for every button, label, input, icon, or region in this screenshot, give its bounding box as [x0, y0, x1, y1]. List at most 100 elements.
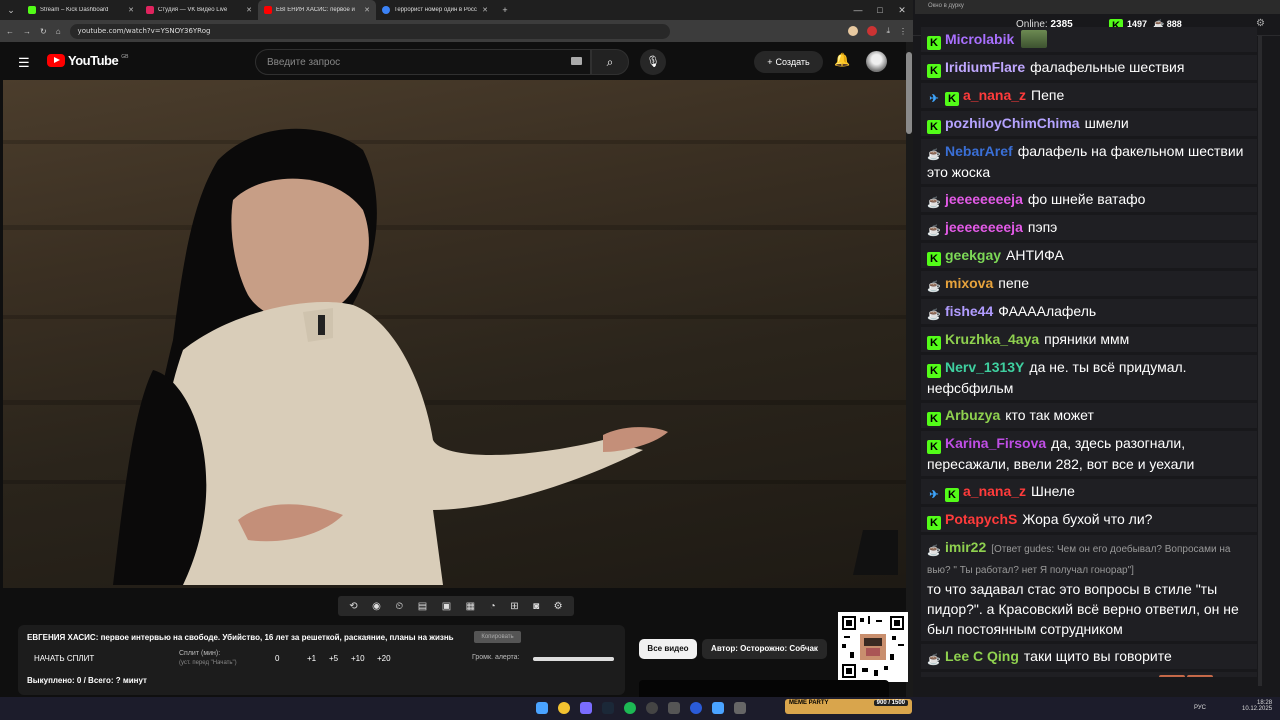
close-icon[interactable]: ✕ — [482, 6, 488, 14]
youtube-logo[interactable]: YouTube GB — [47, 53, 128, 68]
chat-message[interactable]: K Kruzhka_4aya пряники ммм — [921, 327, 1257, 352]
close-window-button[interactable]: ✕ — [891, 5, 913, 16]
chat-username[interactable]: jeeeeeeeeja — [945, 191, 1023, 207]
chat-username[interactable]: d1mkagt — [945, 676, 1003, 677]
new-tab-button[interactable]: + — [494, 5, 516, 15]
bell-icon[interactable]: 🔔 — [834, 52, 850, 68]
keyboard-icon[interactable] — [571, 57, 582, 65]
downloads-icon[interactable]: ⤓ — [886, 26, 890, 36]
extension-icon[interactable] — [867, 26, 878, 36]
split-add-10-button[interactable]: +10 — [351, 654, 365, 663]
create-button[interactable]: + Создать — [754, 51, 823, 73]
search-input[interactable]: Введите запрос — [255, 49, 591, 75]
split-add-1-button[interactable]: +1 — [307, 654, 316, 663]
menu-icon[interactable]: ⋮ — [899, 27, 907, 36]
home-icon[interactable]: ⌂ — [56, 27, 61, 36]
chat-message[interactable]: ☕ jeeeeeeeeja пэпэ — [921, 215, 1257, 240]
page-scrollbar[interactable] — [906, 42, 913, 697]
split-add-5-button[interactable]: +5 — [329, 654, 338, 663]
chat-message[interactable]: K IridiumFlare фалафельные шествия — [921, 55, 1257, 80]
pip-icon[interactable]: ▣ — [442, 601, 451, 612]
chat-message[interactable]: K Nerv_1313Y да не. ты всё придумал. нефсб… — [921, 355, 1257, 400]
discord-icon[interactable] — [580, 702, 592, 714]
chat-username[interactable]: geekgay — [945, 247, 1001, 263]
chat-message[interactable]: ✈ Ka_nana_z Шнеле — [921, 479, 1257, 504]
chat-message[interactable]: ☕ NebarAref фалафель на факельном шествии … — [921, 139, 1257, 184]
chat-username[interactable]: Arbuzya — [945, 407, 1000, 423]
tab-vk-studio[interactable]: Студия — VK Видео Live ✕ — [140, 0, 258, 20]
telegram-icon[interactable] — [712, 702, 724, 714]
video-player[interactable] — [3, 80, 906, 588]
chat-message[interactable]: K PotapychS Жора бухой что ли? — [921, 507, 1257, 532]
extension-icon[interactable] — [848, 26, 859, 36]
close-icon[interactable]: ✕ — [364, 6, 370, 14]
menu-icon[interactable]: ☰ — [18, 55, 30, 71]
back-icon[interactable]: ← — [6, 27, 14, 36]
forward-icon[interactable]: → — [23, 27, 31, 36]
chat-username[interactable]: a_nana_z — [963, 483, 1026, 499]
close-icon[interactable]: ✕ — [128, 6, 134, 14]
app-icon[interactable] — [734, 702, 746, 714]
chat-message-list[interactable]: K Microlabik K IridiumFlare фалафельные шест… — [921, 27, 1257, 677]
split-add-20-button[interactable]: +20 — [377, 654, 391, 663]
alert-volume-slider[interactable] — [533, 657, 614, 661]
gear-icon[interactable]: ⚙ — [554, 601, 563, 612]
chat-message[interactable]: ☕ mixova пепе — [921, 271, 1257, 296]
spotify-icon[interactable] — [624, 702, 636, 714]
start-split-button[interactable]: НАЧАТЬ СПЛИТ — [34, 654, 94, 663]
copy-button[interactable]: Копировать — [474, 631, 521, 643]
clip-icon[interactable]: ▤ — [418, 601, 427, 612]
reload-icon[interactable]: ↻ — [40, 27, 47, 36]
filmstrip-icon[interactable]: ▦ — [466, 601, 475, 612]
chat-username[interactable]: Karina_Firsova — [945, 435, 1046, 451]
screenshot-icon[interactable]: ◙ — [533, 601, 539, 612]
loop-icon[interactable]: ⟲ — [349, 601, 357, 612]
tab-youtube-video[interactable]: ЕВГЕНИЯ ХАСИС: первое и ✕ — [258, 0, 376, 20]
obs-icon[interactable] — [646, 702, 658, 714]
chat-message[interactable]: ☕ jeeeeeeeeja фо шнейе ватафо — [921, 187, 1257, 212]
chat-message[interactable]: Kgeekgay АНТИФА — [921, 243, 1257, 268]
chat-username[interactable]: fishe44 — [945, 303, 993, 319]
chat-username[interactable]: imir22 — [945, 539, 986, 555]
chat-message[interactable]: K Microlabik — [921, 27, 1257, 52]
chat-message[interactable]: ☕ Lee C Qing таки щито вы говорите — [921, 644, 1257, 669]
chat-username[interactable]: Lee C Qing — [945, 648, 1019, 664]
chat-message[interactable]: Kd1mkagtфекальные шествия?? — [921, 672, 1257, 677]
author-button[interactable]: Автор: Осторожно: Собчак — [702, 639, 827, 659]
mic-button[interactable]: 🎙 — [640, 49, 666, 75]
minimize-button[interactable]: — — [847, 5, 869, 15]
all-videos-button[interactable]: Все видео — [639, 639, 697, 659]
maximize-button[interactable]: □ — [869, 5, 891, 15]
chrome-icon[interactable] — [558, 702, 570, 714]
chat-message[interactable]: ☕ fishe44 ФААААлафель — [921, 299, 1257, 324]
start-icon[interactable] — [536, 702, 548, 714]
chat-username[interactable]: Microlabik — [945, 31, 1014, 47]
app-icon[interactable] — [690, 702, 702, 714]
avatar[interactable] — [866, 51, 887, 72]
app-icon[interactable] — [668, 702, 680, 714]
add-icon[interactable]: ⊞ — [510, 601, 518, 612]
chat-scrollbar[interactable] — [1258, 36, 1262, 686]
scrollbar-thumb[interactable] — [906, 52, 912, 134]
chat-username[interactable]: PotapychS — [945, 511, 1017, 527]
chat-message[interactable]: K Karina_Firsova да, здесь разогнали, пере… — [921, 431, 1257, 476]
chat-username[interactable]: Kruzhka_4aya — [945, 331, 1039, 347]
chat-username[interactable]: mixova — [945, 275, 993, 291]
clock[interactable]: 18:28 10.12.2025 — [1242, 700, 1272, 712]
chat-username[interactable]: NebarAref — [945, 143, 1013, 159]
chat-username[interactable]: pozhiloyChimChima — [945, 115, 1080, 131]
search-button[interactable]: ⌕ — [591, 49, 629, 75]
chat-username[interactable]: a_nana_z — [963, 87, 1026, 103]
steam-icon[interactable] — [602, 702, 614, 714]
chat-message[interactable]: ☕ imir22 [Ответ gudes: Чем он его доебывал… — [921, 535, 1257, 641]
chat-message[interactable]: ✈ Ka_nana_z Пепе — [921, 83, 1257, 108]
chat-message[interactable]: K Arbuzya кто так может — [921, 403, 1257, 428]
chat-username[interactable]: Nerv_1313Y — [945, 359, 1024, 375]
chat-message[interactable]: KpozhiloyChimChima шмели — [921, 111, 1257, 136]
gear-icon[interactable]: ⚙ — [1256, 18, 1265, 29]
audio-icon[interactable]: ◉ — [372, 601, 381, 612]
url-field[interactable]: youtube.com/watch?v=YSNOY36YRog — [69, 23, 670, 39]
chat-username[interactable]: IridiumFlare — [945, 59, 1025, 75]
close-icon[interactable]: ✕ — [246, 6, 252, 14]
tab-kick-dashboard[interactable]: Stream – Kick Dashboard ✕ — [22, 0, 140, 20]
